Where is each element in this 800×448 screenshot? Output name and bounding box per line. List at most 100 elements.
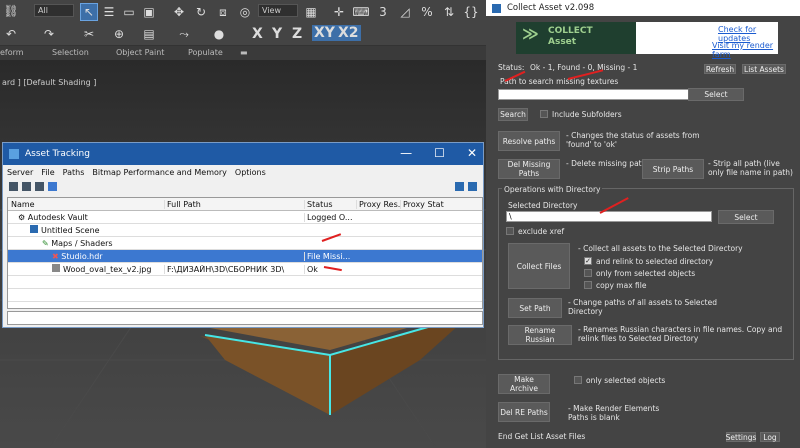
render-farm-link[interactable]: Visit my render farm (712, 41, 778, 59)
window-crossing-icon[interactable]: ▣ (140, 3, 158, 21)
copy-max-checkbox[interactable] (584, 281, 592, 289)
asset-table: Name Full Path Status Proxy Res... Proxy… (7, 197, 483, 309)
only-selected-checkbox[interactable] (584, 269, 592, 277)
material-icon[interactable]: ● (210, 25, 228, 43)
resolve-paths-button[interactable]: Resolve paths (498, 131, 560, 151)
exclude-xref-checkbox[interactable] (506, 227, 514, 235)
refresh-button[interactable]: Refresh (704, 64, 736, 74)
relink-checkbox[interactable]: ✓ (584, 257, 592, 265)
asset-tracking-titlebar[interactable]: Asset Tracking — ☐ ✕ (3, 143, 483, 165)
chevron-logo-icon: ≫ (522, 24, 539, 43)
table-row[interactable]: Wood_oval_tex_v2.jpg F:\ДИЗАЙН\3D\СБОРНИ… (8, 263, 482, 276)
row-name: Maps / Shaders (51, 238, 113, 248)
bind-icon[interactable]: ⊕ (110, 25, 128, 43)
minimize-icon[interactable]: — (400, 146, 412, 160)
strip-paths-button[interactable]: Strip Paths (642, 159, 704, 179)
axis-z[interactable]: Z (292, 26, 302, 42)
collect-asset-titlebar[interactable]: Collect Asset v2.098 (486, 0, 800, 16)
help-icon[interactable] (455, 181, 464, 191)
row-status: File Missi... (304, 251, 356, 261)
menu-server[interactable]: Server (7, 168, 33, 177)
rect-region-icon[interactable]: ▭ (120, 3, 138, 21)
ribbon-selection[interactable]: Selection (52, 48, 89, 57)
search-button[interactable]: Search (498, 108, 528, 121)
ribbon-populate[interactable]: Populate (188, 48, 223, 57)
manipulate-icon[interactable]: ✛ (330, 3, 348, 21)
table-row-selected[interactable]: ✖ Studio.hdr File Missi... (8, 250, 482, 263)
keyboard-shortcut-icon[interactable]: ⌨ (352, 3, 370, 21)
selected-directory-input[interactable]: \ (506, 211, 712, 222)
only-selected-objects-checkbox[interactable] (574, 376, 582, 384)
curve-icon[interactable]: ⤳ (175, 25, 193, 43)
table-row[interactable]: ⚙ Autodesk Vault Logged O... (8, 211, 482, 224)
percent-snap-icon[interactable]: % (418, 3, 436, 21)
maximize-icon[interactable]: ☐ (434, 146, 445, 160)
only-selected-label: only from selected objects (596, 269, 696, 278)
menu-bitmap-performance[interactable]: Bitmap Performance and Memory (92, 168, 227, 177)
menu-options[interactable]: Options (235, 168, 266, 177)
rename-russian-button[interactable]: Rename Russian (508, 325, 572, 345)
col-proxy-res[interactable]: Proxy Res... (356, 199, 400, 209)
include-subfolders-checkbox[interactable] (540, 110, 548, 118)
selected-dir-label: Selected Directory (508, 201, 578, 210)
make-archive-button[interactable]: Make Archive (498, 374, 550, 394)
table-row[interactable]: ✎ Maps / Shaders (8, 237, 482, 250)
collect-asset-window: Collect Asset v2.098 ≫ COLLECT Asset Che… (486, 0, 800, 448)
table-view-icon[interactable] (48, 181, 57, 191)
menu-file[interactable]: File (41, 168, 54, 177)
axis-xy[interactable]: XY (312, 25, 337, 41)
menu-paths[interactable]: Paths (63, 168, 85, 177)
refresh-icon[interactable] (468, 181, 477, 191)
list-assets-button[interactable]: List Assets (742, 64, 786, 74)
col-name[interactable]: Name (8, 200, 164, 209)
exclude-xref-label: exclude xref (518, 227, 565, 236)
select-path-button[interactable]: Select (688, 88, 744, 101)
ribbon-toggle-icon[interactable]: ▬ (240, 48, 248, 57)
close-icon[interactable]: ✕ (467, 146, 477, 160)
collect-asset-banner: ≫ COLLECT Asset Check for updates Visit … (516, 22, 778, 59)
unlink-icon[interactable]: ✂ (80, 25, 98, 43)
logo-line2: Asset (548, 37, 577, 47)
settings-button[interactable]: Settings (726, 432, 756, 442)
search-path-input[interactable] (498, 89, 696, 100)
link-icon[interactable]: ⛓ (2, 2, 20, 20)
spinner-snap-icon[interactable]: ⇅ (440, 3, 458, 21)
col-proxy-stat[interactable]: Proxy Stat... (400, 199, 444, 209)
render-icon[interactable]: ▤ (140, 25, 158, 43)
operations-title: Operations with Directory (502, 185, 603, 194)
set-path-button[interactable]: Set Path (508, 298, 562, 318)
empty-row (8, 289, 482, 302)
log-button[interactable]: Log (760, 432, 780, 442)
checkin-icon[interactable] (22, 181, 31, 191)
del-re-paths-button[interactable]: Del RE Paths (498, 402, 550, 422)
angle-snap-icon[interactable]: ◿ (396, 3, 414, 21)
table-row[interactable]: Untitled Scene (8, 224, 482, 237)
scale-icon[interactable]: ⧈ (214, 3, 232, 21)
axis-y[interactable]: Y (272, 26, 282, 42)
undo-icon[interactable]: ↶ (2, 25, 20, 43)
axis-x[interactable]: X (252, 26, 263, 42)
collect-files-button[interactable]: Collect Files (508, 243, 570, 289)
rotate-icon[interactable]: ↻ (192, 3, 210, 21)
axis-x2[interactable]: X2 (336, 25, 361, 41)
selection-filter-dropdown[interactable]: All (34, 4, 74, 17)
col-full-path[interactable]: Full Path (164, 199, 304, 209)
reference-coord-dropdown[interactable]: View (258, 4, 298, 17)
image-view-icon[interactable] (35, 181, 44, 191)
ribbon-modeling[interactable]: eform (0, 48, 24, 57)
place-icon[interactable]: ◎ (236, 3, 254, 21)
pivot-icon[interactable]: ▦ (302, 3, 320, 21)
ribbon-object-paint[interactable]: Object Paint (116, 48, 164, 57)
del-missing-paths-button[interactable]: Del Missing Paths (498, 159, 560, 179)
col-status[interactable]: Status (304, 199, 356, 209)
collect-asset-title: Collect Asset v2.098 (507, 3, 595, 13)
asset-tracking-window: Asset Tracking — ☐ ✕ Server File Paths B… (2, 142, 484, 328)
select-object-icon[interactable]: ↖ (80, 3, 98, 21)
select-directory-button[interactable]: Select (718, 210, 774, 224)
named-selection-icon[interactable]: {} (462, 3, 480, 21)
redo-icon[interactable]: ↷ (40, 25, 58, 43)
select-by-name-icon[interactable]: ☰ (100, 3, 118, 21)
snap-icon[interactable]: 3 (374, 3, 392, 21)
move-icon[interactable]: ✥ (170, 3, 188, 21)
vault-icon[interactable] (9, 181, 18, 191)
